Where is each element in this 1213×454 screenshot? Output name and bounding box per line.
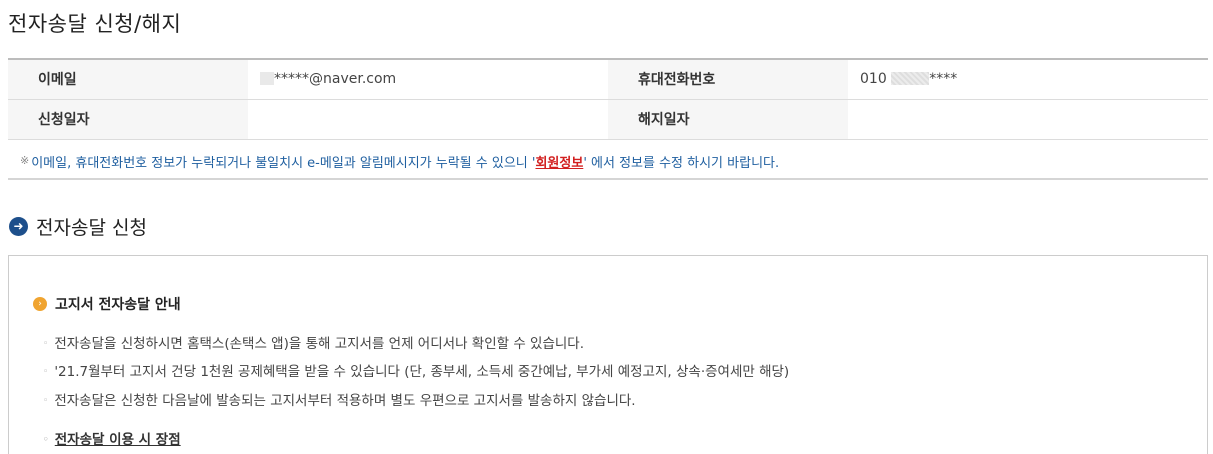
guide-box: › 고지서 전자송달 안내 ◦ 전자송달을 신청하시면 홈택스(손택스 앱)을 통… [8, 255, 1208, 454]
chevron-right-circle-icon: › [33, 297, 47, 311]
bullet-icon: ◦ [43, 367, 49, 377]
member-info-table: 이메일 *****@naver.com 휴대전화번호 010 **** 신청일자… [8, 58, 1208, 140]
member-info-link[interactable]: 회원정보 [535, 156, 583, 171]
email-value: *****@naver.com [248, 59, 608, 100]
cancel-date-label: 해지일자 [608, 99, 848, 140]
benefits-link[interactable]: 전자송달 이용 시 장점 [55, 432, 181, 448]
section-title: 전자송달 신청 [36, 217, 147, 239]
bullet-icon: ◦ [43, 396, 49, 406]
info-notice: ※ 이메일, 휴대전화번호 정보가 누락되거나 불일치시 e-메일과 알림메시지가… [8, 140, 1208, 180]
apply-date-label: 신청일자 [8, 99, 248, 140]
phone-label: 휴대전화번호 [608, 59, 848, 100]
masked-block [260, 72, 274, 86]
section-header: ➜ 전자송달 신청 [9, 213, 147, 240]
table-row: 이메일 *****@naver.com 휴대전화번호 010 **** [8, 59, 1208, 100]
arrow-right-circle-icon: ➜ [9, 217, 28, 236]
masked-block [891, 72, 930, 86]
cancel-date-value [848, 99, 1208, 140]
email-label: 이메일 [8, 59, 248, 100]
list-item: ◦ '21.7월부터 고지서 건당 1천원 공제혜택을 받을 수 있습니다 (단,… [43, 364, 790, 380]
table-row: 신청일자 해지일자 [8, 99, 1208, 140]
list-item: ◦ 전자송달은 신청한 다음날에 발송되는 고지서부터 적용하며 별도 우편으로 … [43, 393, 636, 409]
guide-header: › 고지서 전자송달 안내 [33, 294, 181, 314]
page-title: 전자송달 신청/해지 [8, 12, 182, 36]
guide-title: 고지서 전자송달 안내 [55, 297, 181, 313]
list-item: ◦ 전자송달 이용 시 장점 [43, 428, 181, 448]
list-item: ◦ 전자송달을 신청하시면 홈택스(손택스 앱)을 통해 고지서를 언제 어디서나… [43, 336, 585, 352]
phone-value: 010 **** [848, 59, 1208, 100]
bullet-icon: ◦ [43, 435, 49, 445]
reference-mark-icon: ※ [20, 154, 30, 167]
bullet-icon: ◦ [43, 339, 49, 349]
apply-date-value [248, 99, 608, 140]
